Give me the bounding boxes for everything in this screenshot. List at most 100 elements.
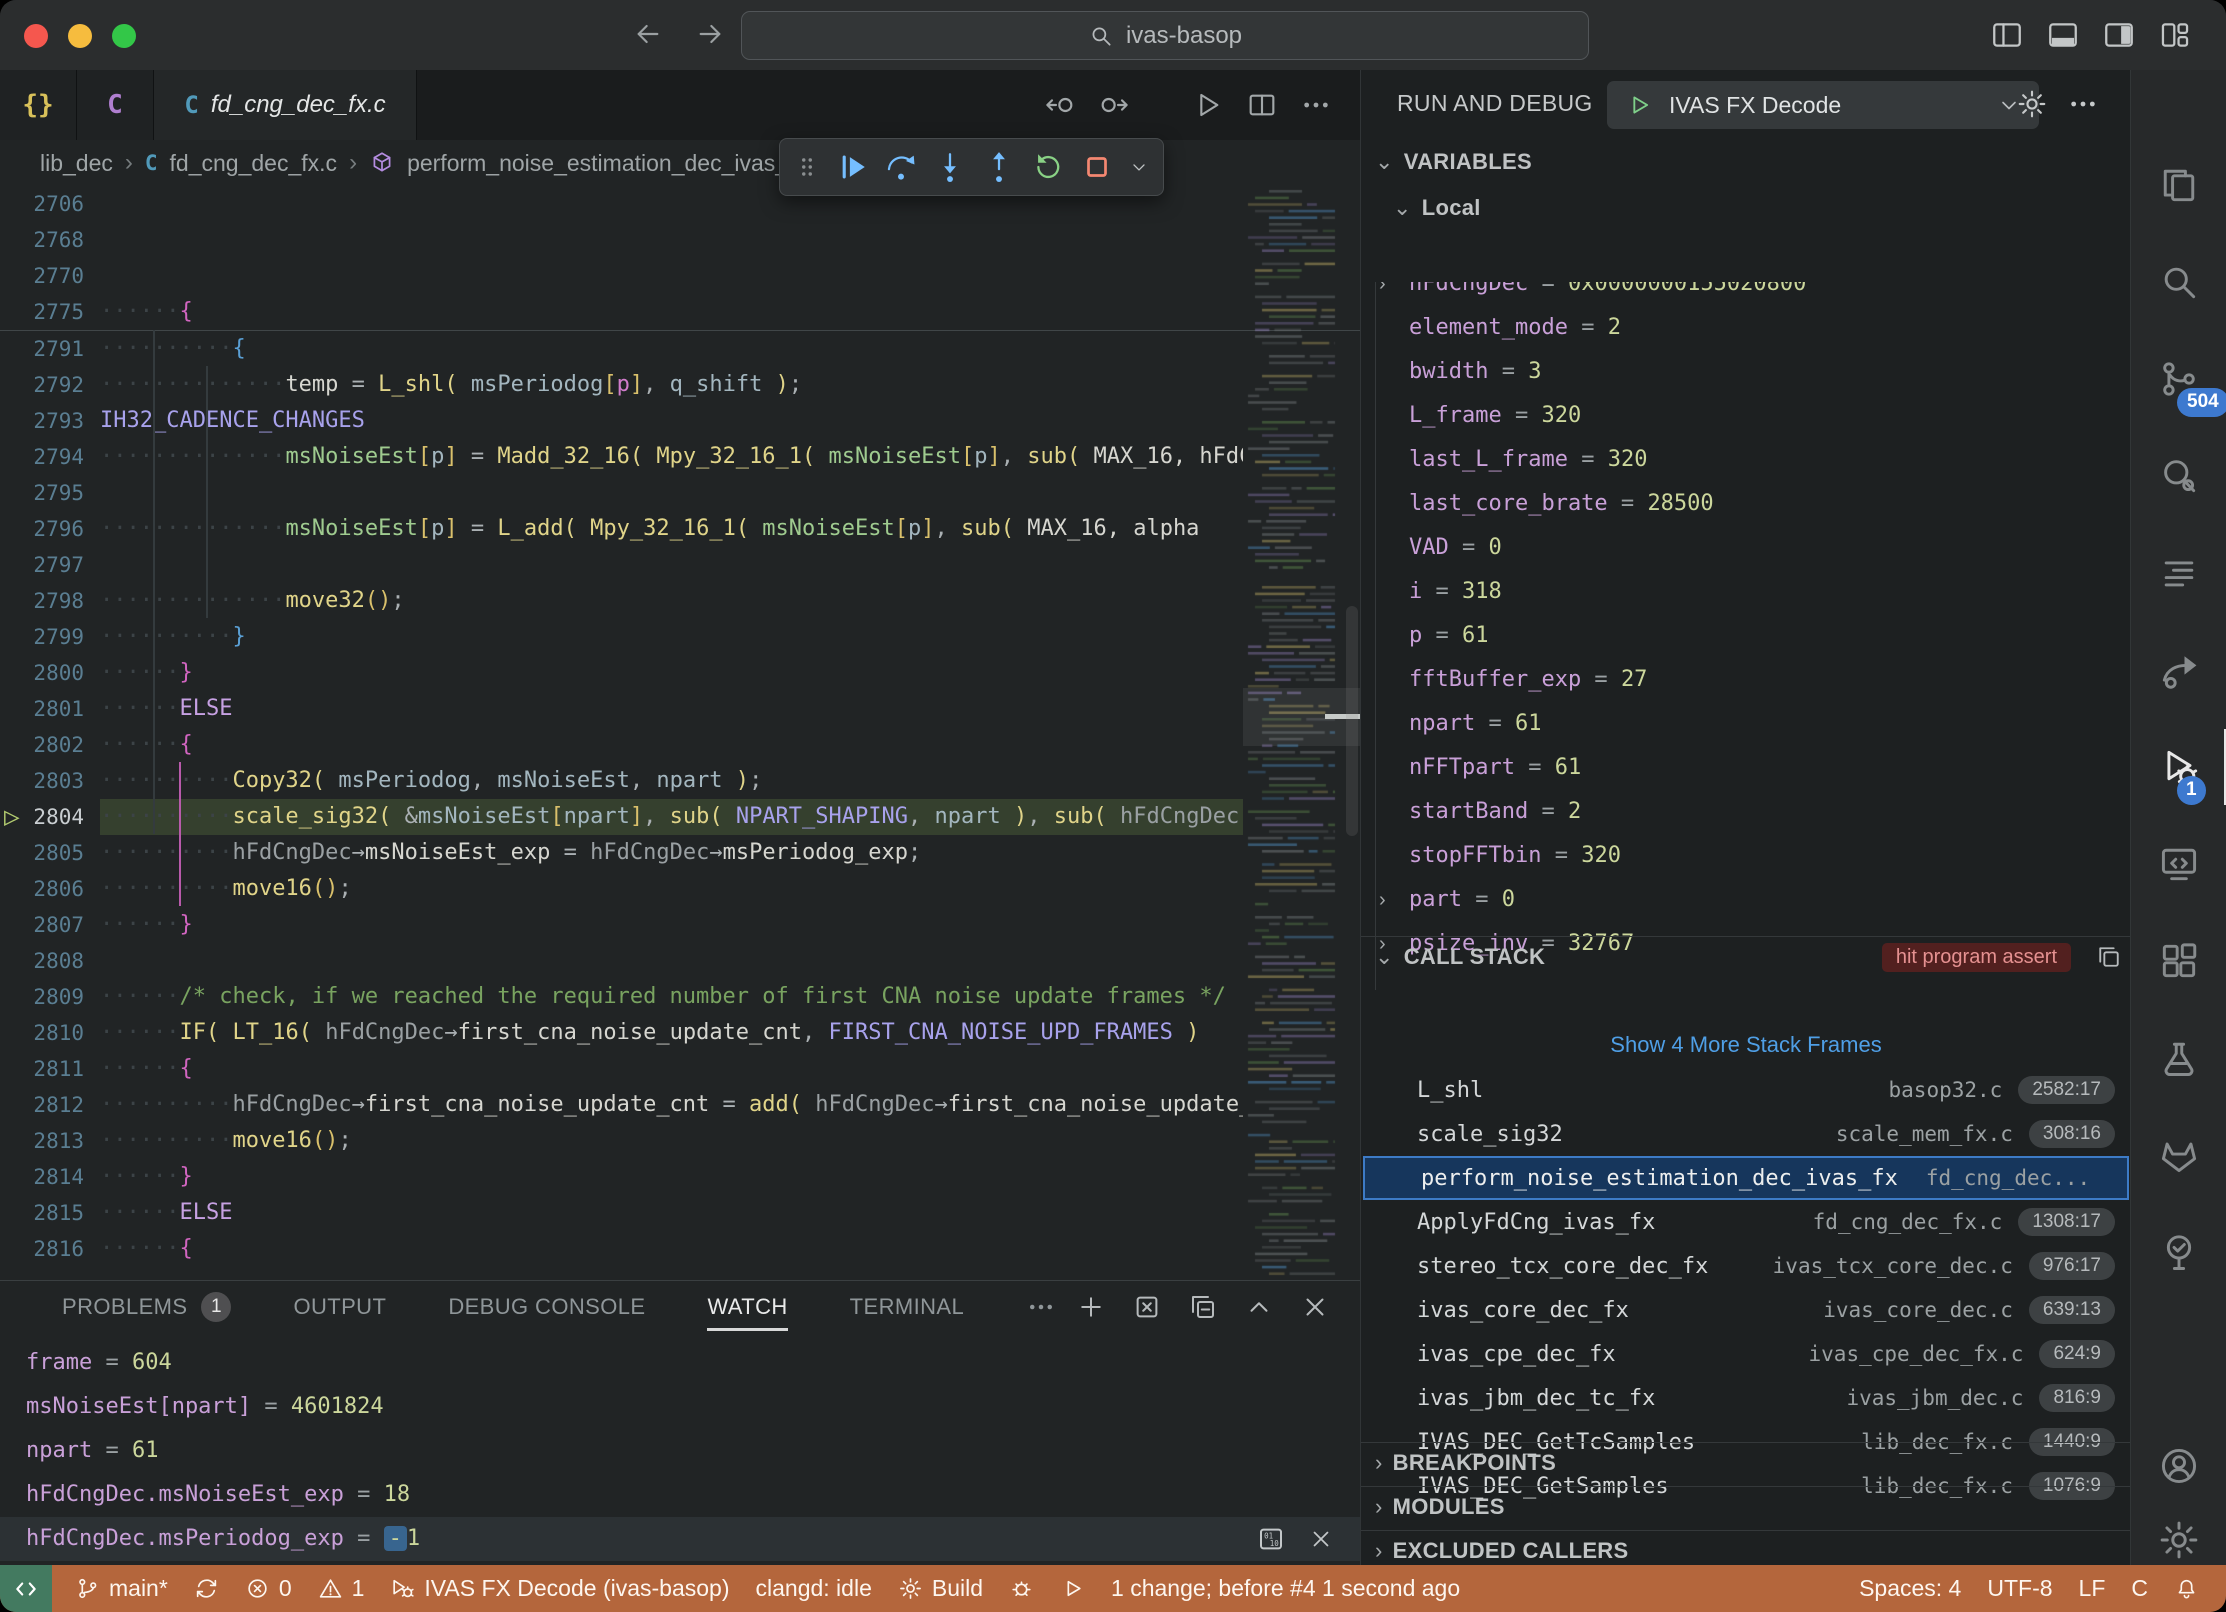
- code-line-2801[interactable]: 2801······ELSE: [0, 691, 1360, 727]
- status-item-utf-8[interactable]: UTF-8: [1974, 1565, 2065, 1612]
- line-number[interactable]: 2813: [0, 1123, 84, 1159]
- debug-settings-gear-icon[interactable]: [2016, 88, 2048, 120]
- line-number[interactable]: 2811: [0, 1051, 84, 1087]
- debug-more-actions-icon[interactable]: [2067, 88, 2099, 120]
- debug-step-over-icon[interactable]: [884, 150, 918, 184]
- line-number[interactable]: 2802: [0, 727, 84, 763]
- zoom-window-button[interactable]: [112, 24, 136, 48]
- line-number[interactable]: 2797: [0, 547, 84, 583]
- code-line-2797[interactable]: 2797: [0, 547, 1360, 583]
- code-line-2808[interactable]: 2808: [0, 943, 1360, 979]
- status-item-sync[interactable]: [181, 1565, 232, 1612]
- variable-row-VAD[interactable]: VAD = 0: [1361, 526, 2131, 570]
- breadcrumb-file[interactable]: fd_cng_dec_fx.c: [170, 150, 338, 177]
- line-number[interactable]: 2816: [0, 1231, 84, 1267]
- code-line-2807[interactable]: 2807······}: [0, 907, 1360, 943]
- toolbar-drag-handle-icon[interactable]: [794, 154, 820, 180]
- line-number[interactable]: 2768: [0, 222, 84, 258]
- status-item-ivas-fx-decode-ivas-basop-[interactable]: IVAS FX Decode (ivas-basop): [377, 1565, 742, 1612]
- panel-tab-terminal[interactable]: TERMINAL: [850, 1281, 964, 1333]
- navigate-back-icon[interactable]: [632, 18, 664, 50]
- remove-all-icon[interactable]: [1132, 1292, 1162, 1322]
- variables-scope-local[interactable]: ⌄ Local: [1379, 188, 2163, 228]
- line-number[interactable]: 2810: [0, 1015, 84, 1051]
- stack-frame-perform_noise_estimation_dec_ivas_fx[interactable]: perform_noise_estimation_dec_ivas_fxfd_c…: [1363, 1156, 2129, 1200]
- watch-row-msNoiseEst-npart-[interactable]: msNoiseEst[npart] = 4601824: [0, 1385, 1360, 1429]
- variables-section-header[interactable]: ⌄ VARIABLES: [1361, 142, 2145, 182]
- code-line-2802[interactable]: 2802······{: [0, 727, 1360, 763]
- activity-item-beaker[interactable]: [2131, 1018, 2226, 1098]
- line-number[interactable]: 2801: [0, 691, 84, 727]
- code-line-2796[interactable]: 2796··············msNoiseEst[p] = L_add(…: [0, 511, 1360, 547]
- status-item-1-change-before-4-1-second-ago[interactable]: 1 change; before #4 1 second ago: [1098, 1565, 1473, 1612]
- plus-icon[interactable]: [1076, 1292, 1106, 1322]
- panel-tab-watch[interactable]: WATCH: [707, 1281, 787, 1333]
- line-number[interactable]: 2791: [0, 331, 84, 367]
- code-line-2810[interactable]: 2810······IF( LT_16( hFdCngDec→first_cna…: [0, 1015, 1360, 1051]
- panel-tab-debug-console[interactable]: DEBUG CONSOLE: [448, 1281, 645, 1333]
- line-number[interactable]: 2795: [0, 475, 84, 511]
- debug-step-into-icon[interactable]: [933, 150, 967, 184]
- chevron-right-icon[interactable]: ›: [1379, 282, 1386, 306]
- line-number[interactable]: 2806: [0, 871, 84, 907]
- variable-row-element_mode[interactable]: element_mode = 2: [1361, 306, 2131, 350]
- status-item-1[interactable]: 1: [305, 1565, 378, 1612]
- activity-item-account[interactable]: [2131, 1426, 2226, 1506]
- code-line-2793[interactable]: 2793IH32_CADENCE_CHANGES: [0, 403, 1360, 439]
- next-change-icon[interactable]: [1098, 89, 1130, 121]
- activity-item-list[interactable]: [2131, 533, 2226, 613]
- status-item-clangd-idle[interactable]: clangd: idle: [743, 1565, 885, 1612]
- variable-row-nFFTpart[interactable]: nFFTpart = 61: [1361, 746, 2131, 790]
- variable-row-last_L_frame[interactable]: last_L_frame = 320: [1361, 438, 2131, 482]
- line-number[interactable]: 2775: [0, 294, 84, 330]
- panel-tab-more[interactable]: [1026, 1281, 1056, 1333]
- activity-item-gitlab[interactable]: [2131, 1115, 2226, 1195]
- variable-row-hFdCngDec[interactable]: ›hFdCngDec = 0x0000000155020800: [1361, 282, 2131, 306]
- watch-row-hFdCngDec-msPeriodog-exp[interactable]: hFdCngDec.msPeriodog_exp = -10110: [0, 1517, 1360, 1561]
- debug-restart-icon[interactable]: [1031, 150, 1065, 184]
- line-number[interactable]: 2814: [0, 1159, 84, 1195]
- prev-change-icon[interactable]: [1044, 89, 1076, 121]
- code-line-2794[interactable]: 2794··············msNoiseEst[p] = Madd_3…: [0, 439, 1360, 475]
- minimize-window-button[interactable]: [68, 24, 92, 48]
- line-number[interactable]: 2793: [0, 403, 84, 439]
- customize-layout-icon[interactable]: [2158, 18, 2192, 52]
- activity-item-search[interactable]: [2131, 242, 2226, 322]
- code-line-2770[interactable]: 2770: [0, 258, 1360, 294]
- status-item-main-[interactable]: main*: [62, 1565, 181, 1612]
- panel-tab-problems[interactable]: PROBLEMS1: [62, 1281, 231, 1333]
- line-number[interactable]: 2805: [0, 835, 84, 871]
- close-icon[interactable]: [1300, 1292, 1330, 1322]
- editor-scrollbar[interactable]: [1346, 606, 1358, 836]
- line-number[interactable]: 2770: [0, 258, 84, 294]
- variable-row-bwidth[interactable]: bwidth = 3: [1361, 350, 2131, 394]
- start-debug-icon[interactable]: [1625, 91, 1653, 119]
- copy-call-stack-icon[interactable]: [2095, 943, 2123, 971]
- code-line-2792[interactable]: 2792··············temp = L_shl( msPeriod…: [0, 367, 1360, 403]
- stack-frame-ivas_jbm_dec_tc_fx[interactable]: ivas_jbm_dec_tc_fxivas_jbm_dec.c816:9: [1361, 1376, 2131, 1420]
- remote-indicator[interactable]: [0, 1565, 52, 1612]
- stack-frame-ivas_core_dec_fx[interactable]: ivas_core_dec_fxivas_core_dec.c639:13: [1361, 1288, 2131, 1332]
- variable-row-fftBuffer_exp[interactable]: fftBuffer_exp = 27: [1361, 658, 2131, 702]
- line-number[interactable]: 2796: [0, 511, 84, 547]
- more-icon[interactable]: [1026, 1292, 1056, 1322]
- status-item-c[interactable]: C: [2118, 1565, 2161, 1612]
- section-header-breakpoints[interactable]: ›BREAKPOINTS: [1361, 1442, 2145, 1483]
- status-item-bell[interactable]: [2161, 1565, 2212, 1612]
- activity-item-remote-explorer[interactable]: [2131, 824, 2226, 904]
- stack-frame-L_shl[interactable]: L_shlbasop32.c2582:17: [1361, 1068, 2131, 1112]
- collapse-all-icon[interactable]: [1188, 1292, 1218, 1322]
- tab-pinned-braces[interactable]: {}: [0, 70, 77, 140]
- line-number[interactable]: 2808: [0, 943, 84, 979]
- code-editor[interactable]: 2706276827702775······{2791··········{27…: [0, 186, 1360, 1280]
- code-line-2816[interactable]: 2816······{: [0, 1231, 1360, 1267]
- code-line-2803[interactable]: 2803··········Copy32( msPeriodog, msNois…: [0, 763, 1360, 799]
- line-number[interactable]: 2706: [0, 186, 84, 222]
- variable-row-stopFFTbin[interactable]: stopFFTbin = 320: [1361, 834, 2131, 878]
- activity-item-debug[interactable]: 1: [2131, 727, 2226, 807]
- command-center-search[interactable]: ivas-basop: [741, 11, 1589, 60]
- line-number[interactable]: 2803: [0, 763, 84, 799]
- section-header-modules[interactable]: ›MODULES: [1361, 1486, 2145, 1527]
- line-number[interactable]: 2800: [0, 655, 84, 691]
- watch-row-hFdCngDec-msNoiseEst-exp[interactable]: hFdCngDec.msNoiseEst_exp = 18: [0, 1473, 1360, 1517]
